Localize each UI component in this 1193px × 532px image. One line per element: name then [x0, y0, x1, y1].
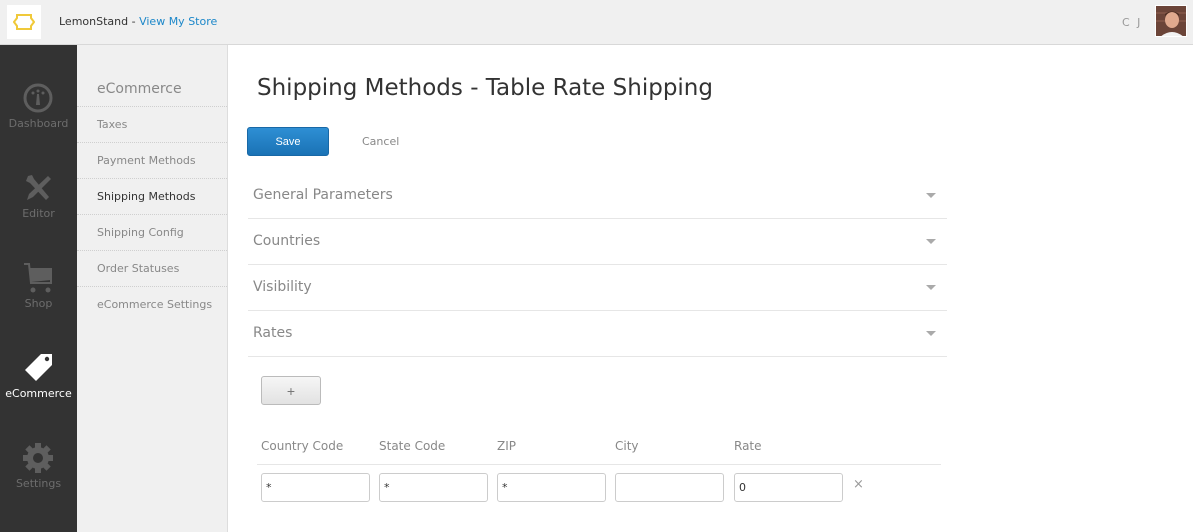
city-input[interactable] — [615, 473, 724, 502]
cancel-link[interactable]: Cancel — [362, 135, 399, 148]
zip-input[interactable] — [497, 473, 606, 502]
column-header-rate: Rate — [734, 439, 762, 453]
subnav-item-shipping-methods[interactable]: Shipping Methods — [77, 178, 227, 214]
main-navigation: Dashboard Editor Shop eCommerce Settings — [0, 45, 77, 532]
user-initials[interactable]: C J — [1122, 16, 1142, 29]
subnav-item-ecommerce-settings[interactable]: eCommerce Settings — [77, 286, 227, 322]
delete-row-icon[interactable]: × — [853, 477, 864, 492]
nav-label: Dashboard — [8, 117, 69, 130]
column-header-zip: ZIP — [497, 439, 516, 453]
logo-icon — [13, 14, 35, 30]
chevron-down-icon — [926, 331, 936, 336]
nav-label: eCommerce — [5, 387, 72, 400]
view-store-link[interactable]: View My Store — [139, 15, 217, 28]
nav-item-settings[interactable]: Settings — [0, 441, 77, 531]
nav-item-ecommerce[interactable]: eCommerce — [0, 351, 77, 441]
brand-name: LemonStand — [59, 15, 129, 28]
add-rate-button[interactable]: + — [261, 376, 321, 405]
ecommerce-tag-icon — [25, 354, 52, 381]
page-title: Shipping Methods - Table Rate Shipping — [257, 75, 713, 101]
save-button[interactable]: Save — [247, 127, 329, 156]
subnav-item-payment-methods[interactable]: Payment Methods — [77, 142, 227, 178]
country-code-input[interactable] — [261, 473, 370, 502]
avatar-image — [1156, 6, 1186, 36]
top-bar: LemonStand - View My Store C J — [0, 0, 1193, 45]
nav-label: Editor — [22, 207, 55, 220]
chevron-down-icon — [926, 193, 936, 198]
rates-table-header: Country Code State Code ZIP City Rate — [257, 436, 941, 465]
rate-input[interactable] — [734, 473, 843, 502]
subnav-item-taxes[interactable]: Taxes — [77, 106, 227, 142]
subnav-title: eCommerce — [97, 81, 182, 97]
subnav-item-shipping-config[interactable]: Shipping Config — [77, 214, 227, 250]
section-general-parameters[interactable]: General Parameters — [248, 173, 947, 219]
section-label: General Parameters — [253, 187, 393, 203]
section-countries[interactable]: Countries — [248, 219, 947, 265]
chevron-down-icon — [926, 239, 936, 244]
section-label: Visibility — [253, 279, 312, 295]
nav-item-editor[interactable]: Editor — [0, 171, 77, 261]
section-rates[interactable]: Rates — [248, 311, 947, 357]
section-visibility[interactable]: Visibility — [248, 265, 947, 311]
column-header-state-code: State Code — [379, 439, 446, 453]
column-header-city: City — [615, 439, 639, 453]
state-code-input[interactable] — [379, 473, 488, 502]
shop-cart-icon — [24, 263, 52, 293]
section-label: Countries — [253, 233, 321, 249]
editor-tools-icon — [26, 175, 51, 200]
column-header-country-code: Country Code — [261, 439, 344, 453]
ecommerce-subnav: eCommerce Taxes Payment Methods Shipping… — [77, 45, 228, 532]
settings-gear-icon — [23, 443, 53, 473]
nav-label: Settings — [15, 477, 62, 490]
nav-label: Shop — [24, 297, 53, 310]
brand-title: LemonStand - View My Store — [59, 15, 217, 28]
avatar[interactable] — [1155, 5, 1187, 37]
nav-item-dashboard[interactable]: Dashboard — [0, 81, 77, 171]
brand-separator: - — [128, 15, 140, 28]
subnav-item-order-statuses[interactable]: Order Statuses — [77, 250, 227, 286]
main-content: Shipping Methods - Table Rate Shipping S… — [229, 45, 1193, 532]
section-label: Rates — [253, 325, 293, 341]
chevron-down-icon — [926, 285, 936, 290]
dashboard-gauge-icon — [23, 83, 53, 113]
nav-item-shop[interactable]: Shop — [0, 261, 77, 351]
lemonstand-logo[interactable] — [7, 5, 41, 39]
